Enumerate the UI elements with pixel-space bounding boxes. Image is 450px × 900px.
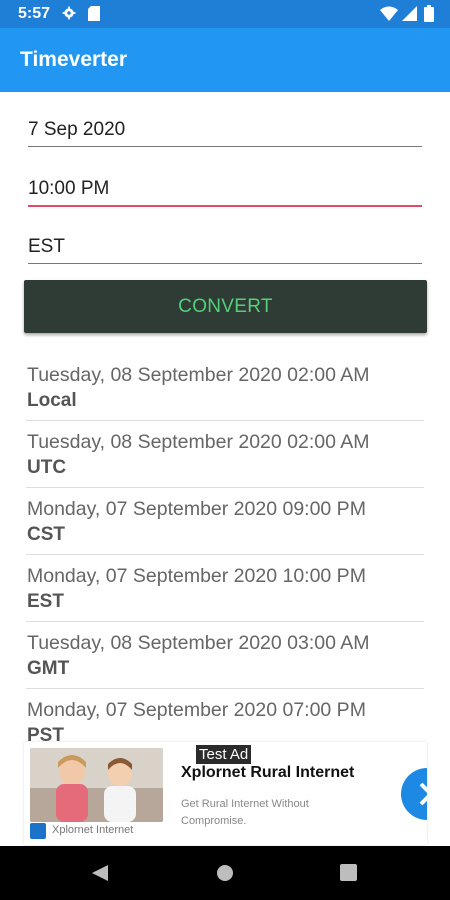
ad-banner[interactable]: Test Ad Xplornet Rural Internet Get Rura… <box>24 742 427 845</box>
time-field[interactable]: 10:00 PM <box>28 171 422 207</box>
status-time: 5:57 <box>18 5 51 22</box>
arrow-icon <box>419 782 427 806</box>
convert-button[interactable]: CONVERT <box>24 280 427 333</box>
result-datetime: Monday, 07 September 2020 10:00 PM <box>27 565 366 587</box>
result-row-utc[interactable]: Tuesday, 08 September 2020 02:00 AM UTC <box>0 421 450 488</box>
ad-headline[interactable]: Xplornet Rural Internet <box>181 764 354 782</box>
ad-image[interactable] <box>30 748 163 822</box>
test-ad-badge: Test Ad <box>195 744 253 765</box>
result-zone: CST <box>27 524 65 545</box>
status-bar: 5:57 <box>0 0 450 28</box>
result-datetime: Monday, 07 September 2020 09:00 PM <box>27 498 366 520</box>
result-row-cst[interactable]: Monday, 07 September 2020 09:00 PM CST <box>0 488 450 555</box>
timezone-value: EST <box>28 236 65 257</box>
ad-cta-button[interactable] <box>401 768 427 820</box>
app-title: Timeverter <box>20 48 128 71</box>
sd-card-icon <box>88 6 100 26</box>
result-row-est[interactable]: Monday, 07 September 2020 10:00 PM EST <box>0 555 450 622</box>
system-nav-bar <box>0 846 450 900</box>
result-datetime: Tuesday, 08 September 2020 03:00 AM <box>27 632 370 654</box>
convert-button-label: CONVERT <box>178 295 273 317</box>
recents-icon[interactable] <box>340 864 357 886</box>
result-datetime: Monday, 07 September 2020 07:00 PM <box>27 699 366 721</box>
result-zone: EST <box>27 591 64 612</box>
time-value: 10:00 PM <box>28 178 110 199</box>
result-zone: Local <box>27 390 77 411</box>
date-field[interactable]: 7 Sep 2020 <box>28 112 422 147</box>
ad-body: Get Rural Internet Without Compromise. <box>181 798 309 827</box>
wifi-icon <box>380 6 398 26</box>
settings-gear-icon <box>62 6 76 25</box>
result-row-gmt[interactable]: Tuesday, 08 September 2020 03:00 AM GMT <box>0 622 450 689</box>
ad-brand-logo-icon <box>30 823 46 839</box>
result-datetime: Tuesday, 08 September 2020 02:00 AM <box>27 431 370 453</box>
back-icon[interactable] <box>91 864 109 887</box>
home-icon[interactable] <box>216 864 234 887</box>
timezone-field[interactable]: EST <box>28 229 422 264</box>
battery-icon <box>424 5 434 27</box>
ad-brand-name: Xplornet Internet <box>52 824 134 836</box>
signal-icon <box>402 6 417 26</box>
result-zone: UTC <box>27 457 67 478</box>
result-zone: GMT <box>27 658 70 679</box>
app-bar: Timeverter <box>0 28 450 92</box>
date-value: 7 Sep 2020 <box>28 119 126 140</box>
result-row-local[interactable]: Tuesday, 08 September 2020 02:00 AM Loca… <box>0 354 450 421</box>
result-datetime: Tuesday, 08 September 2020 02:00 AM <box>27 364 370 386</box>
